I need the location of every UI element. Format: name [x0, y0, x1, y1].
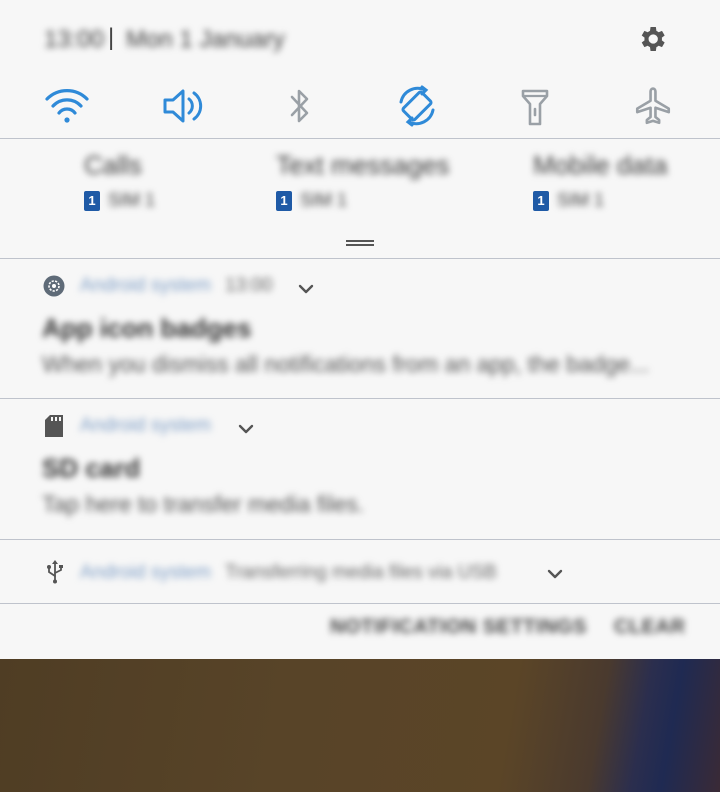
sim-mobile-data-label: Mobile data — [533, 150, 668, 180]
sim-text-messages-label: Text messages — [276, 150, 450, 180]
clear-button[interactable]: CLEAR — [614, 616, 685, 639]
bluetooth-icon — [290, 89, 309, 123]
notification-text: Tap here to transfer media files. — [42, 491, 365, 517]
sim-calls-value: SIM 1 — [108, 190, 156, 210]
clock: 13:00 — [44, 26, 105, 53]
sim-card-icon: 1 — [276, 190, 292, 211]
usb-icon — [47, 560, 63, 584]
flashlight-icon — [521, 89, 549, 126]
panel-expand-handle[interactable] — [346, 240, 374, 246]
notification-text: When you dismiss all notifications from … — [42, 351, 650, 377]
status-bar: 13:00 | Mon 1 January — [0, 0, 720, 78]
notification-app-name: Android system — [80, 562, 211, 583]
gear-icon — [43, 275, 65, 297]
auto-rotate-toggle[interactable] — [393, 82, 441, 130]
sim-calls[interactable]: Calls 1 SIM 1 — [84, 150, 155, 211]
chevron-down-icon[interactable] — [545, 564, 565, 584]
bluetooth-toggle[interactable] — [276, 82, 324, 130]
notification-card[interactable]: Android system 13:00 App icon badges Whe… — [0, 259, 720, 398]
status-separator: | — [108, 24, 115, 51]
notification-title: App icon badges — [42, 313, 252, 343]
flashlight-toggle[interactable] — [511, 82, 559, 130]
sim-card-icon: 1 — [533, 190, 549, 211]
rotate-icon — [399, 85, 435, 127]
airplane-icon — [635, 87, 671, 125]
notification-app-name: Android system — [80, 415, 211, 436]
sim-mobile-data-value: SIM 1 — [557, 190, 605, 210]
date: Mon 1 January — [126, 26, 285, 53]
sd-card-icon — [45, 415, 63, 437]
wifi-toggle[interactable] — [43, 82, 91, 130]
notification-app-name: Android system — [80, 275, 211, 296]
sim-text-messages[interactable]: Text messages 1 SIM 1 — [276, 150, 449, 211]
sim-mobile-data[interactable]: Mobile data 1 SIM 1 — [533, 150, 667, 211]
airplane-mode-toggle[interactable] — [629, 82, 677, 130]
notification-card[interactable]: Android system SD card Tap here to trans… — [0, 399, 720, 539]
wifi-icon — [45, 89, 89, 123]
settings-button[interactable] — [633, 20, 671, 58]
divider — [0, 603, 720, 604]
notification-title: SD card — [42, 453, 141, 483]
notification-summary: Transferring media files via USB — [224, 562, 497, 583]
notification-settings-button[interactable]: NOTIFICATION SETTINGS — [330, 616, 587, 639]
notification-card[interactable]: Android system Transferring media files … — [0, 540, 720, 603]
quick-settings-toggles — [0, 78, 720, 138]
sim-calls-label: Calls — [84, 150, 142, 180]
gear-icon — [641, 27, 665, 51]
speaker-icon — [163, 89, 203, 123]
sim-text-messages-value: SIM 1 — [300, 190, 348, 210]
sim-card-icon: 1 — [84, 190, 100, 211]
notification-panel: 13:00 | Mon 1 January Calls 1 SIM 1 Text… — [0, 0, 720, 659]
chevron-down-icon[interactable] — [296, 279, 316, 299]
sound-toggle[interactable] — [160, 82, 208, 130]
chevron-down-icon[interactable] — [236, 419, 256, 439]
divider — [0, 138, 720, 139]
home-wallpaper — [0, 659, 720, 792]
notification-time: 13:00 — [224, 275, 273, 296]
